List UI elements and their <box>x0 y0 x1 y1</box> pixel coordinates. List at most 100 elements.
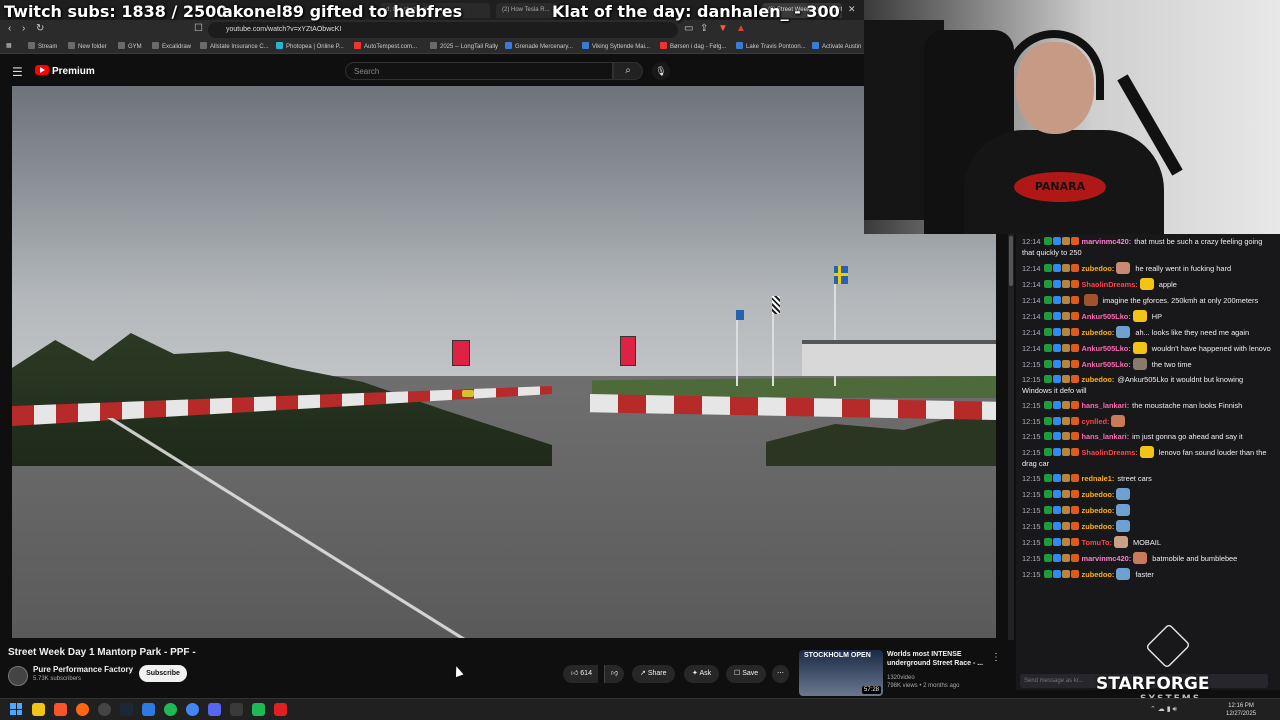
recommended-title[interactable]: Worlds most INTENSE underground Street R… <box>887 650 987 668</box>
chat-username[interactable]: zubedoo: <box>1082 522 1115 531</box>
brave-shield-icon[interactable]: ▼ <box>718 23 728 34</box>
like-button[interactable]: 👍︎ 614 <box>563 665 598 683</box>
bookmark-item[interactable]: Activate Austin <box>812 42 861 50</box>
chat-username[interactable]: zubedoo: <box>1082 264 1115 273</box>
chat-badge-icon <box>1061 432 1070 440</box>
bookmark-item[interactable]: Lake Travis Pontoon... <box>736 42 806 50</box>
share-page-icon[interactable]: ⇪ <box>700 23 708 34</box>
back-icon[interactable]: ‹ <box>8 23 11 34</box>
rewards-icon[interactable]: ▲ <box>736 23 746 34</box>
recommended-thumbnail[interactable]: STOCKHOLM OPEN 57:28 <box>799 650 883 696</box>
chat-timestamp: 12:14 <box>1022 280 1041 289</box>
more-actions-button[interactable]: ⋯ <box>772 665 789 683</box>
save-icon: ☐ <box>734 670 741 677</box>
sub-goal-text: Twitch subs: 1838 / 2500 <box>4 2 228 21</box>
discord-icon[interactable] <box>208 703 221 716</box>
chat-username[interactable]: TomuTo: <box>1082 538 1113 547</box>
chat-badge-icon <box>1043 360 1052 368</box>
youtube-logo[interactable]: Premium <box>35 65 95 77</box>
reload-icon[interactable]: ↻ <box>36 23 44 34</box>
chat-badge-icon <box>1061 522 1070 530</box>
chat-badges <box>1043 505 1080 516</box>
apps-icon[interactable]: ▦ <box>6 42 12 49</box>
obs-icon[interactable] <box>98 703 111 716</box>
channel-name[interactable]: Pure Performance Factory <box>33 665 133 674</box>
search-input[interactable]: Search <box>345 62 613 80</box>
chat-message: 12:14 imagine the gforces. 250kmh at only… <box>1016 292 1280 308</box>
app-icon[interactable] <box>274 703 287 716</box>
stream-overlay: Twitch subs: 1838 / 2500 akonel89 gifted… <box>0 0 864 24</box>
chat-username[interactable]: zubedoo: <box>1082 328 1115 337</box>
chat-badges <box>1043 374 1080 385</box>
chat-username[interactable]: rednale1: <box>1082 474 1115 483</box>
chat-badge-icon <box>1052 554 1061 562</box>
chat-username[interactable]: Ankur505Lko: <box>1082 344 1131 353</box>
bookmark-item[interactable]: New folder <box>68 42 107 50</box>
brave-browser-icon[interactable] <box>54 703 67 716</box>
file-explorer-icon[interactable] <box>32 703 45 716</box>
chat-username[interactable]: zubedoo: <box>1082 375 1115 384</box>
bookmark-item[interactable]: Excalidraw <box>152 42 191 50</box>
spotify-icon[interactable] <box>164 703 177 716</box>
microphone-icon[interactable]: 🎙 <box>652 62 670 80</box>
bookmark-item[interactable]: GYM <box>118 42 142 50</box>
steam-icon[interactable] <box>120 703 133 716</box>
app-icon[interactable] <box>230 703 243 716</box>
chat-username[interactable]: cynlled: <box>1082 417 1110 426</box>
bookmark-icon[interactable]: ☐ <box>194 23 203 34</box>
bookmark-item[interactable]: Stream <box>28 42 57 50</box>
chat-username[interactable]: hans_lankari: <box>1082 401 1130 410</box>
menu-icon[interactable]: ☰ <box>12 65 23 79</box>
bookmark-item[interactable]: Børsen i dag - Følg... <box>660 42 726 50</box>
chat-emote-icon <box>1132 342 1147 354</box>
chat-text: im just gonna go ahead and say it <box>1132 432 1243 441</box>
chat-username[interactable]: ShaolinDreams: <box>1082 448 1138 457</box>
recommended-channel[interactable]: 1320video <box>887 675 915 681</box>
cast-icon[interactable]: ▭ <box>684 23 693 34</box>
bookmark-item[interactable]: AutoTempest.com... <box>354 42 417 50</box>
windows-start-icon[interactable] <box>10 703 22 715</box>
dislike-button[interactable]: 👎︎ <box>604 665 625 683</box>
app-icon[interactable] <box>142 703 155 716</box>
channel-avatar[interactable] <box>8 666 28 686</box>
chat-badge-icon <box>1061 554 1070 562</box>
ask-button[interactable]: ✦ Ask <box>684 665 720 683</box>
chat-scrollbar-thumb[interactable] <box>1009 236 1013 286</box>
thumbs-up-icon: 👍︎ <box>571 670 579 677</box>
bookmark-item[interactable]: Grenade Mercenary... <box>505 42 573 50</box>
chat-username[interactable]: ShaolinDreams: <box>1082 280 1138 289</box>
twitch-chat[interactable]: 12:14 marvinmc420: that must be such a cra… <box>1016 234 1280 672</box>
chat-username[interactable]: marvinmc420: <box>1082 237 1132 246</box>
firefox-icon[interactable] <box>76 703 89 716</box>
chat-badge-icon <box>1043 264 1052 272</box>
url-bar[interactable]: youtube.com/watch?v=xYZtAObwcKI <box>208 22 678 38</box>
more-vert-icon[interactable]: ⋮ <box>991 652 1001 663</box>
app-icon[interactable] <box>252 703 265 716</box>
chat-username[interactable]: Ankur505Lko: <box>1082 360 1131 369</box>
chat-username[interactable]: Ankur505Lko: <box>1082 312 1131 321</box>
video-player[interactable] <box>12 86 996 638</box>
chat-timestamp: 12:15 <box>1022 538 1041 547</box>
forward-icon[interactable]: › <box>22 23 25 34</box>
bookmark-item[interactable]: Viking Syttende Mai... <box>582 42 650 50</box>
chat-badge-icon <box>1061 538 1070 546</box>
chat-scrollbar[interactable] <box>1008 234 1014 672</box>
chat-username[interactable]: marvinmc420: <box>1082 554 1132 563</box>
chat-message: 12:15 zubedoo: @Ankur505Lko it wouldnt but… <box>1016 372 1280 398</box>
taskbar-clock[interactable]: 12:16 PM 12/27/2025 <box>1226 702 1256 718</box>
share-button[interactable]: ↗ Share <box>632 665 675 683</box>
bookmark-item[interactable]: Photopea | Online P... <box>276 42 344 50</box>
chat-message: 12:15 rednale1: street cars <box>1016 471 1280 486</box>
chat-username[interactable]: zubedoo: <box>1082 490 1115 499</box>
chat-username[interactable]: zubedoo: <box>1082 506 1115 515</box>
chat-username[interactable]: hans_lankari: <box>1082 432 1130 441</box>
chrome-icon[interactable] <box>186 703 199 716</box>
system-tray[interactable]: ⌃ ☁ ▮ 🔊︎ <box>1150 705 1177 714</box>
chat-username[interactable]: zubedoo: <box>1082 570 1115 579</box>
subscribe-button[interactable]: Subscribe <box>139 665 187 682</box>
chat-badge-icon <box>1043 448 1052 456</box>
search-icon[interactable]: ⌕ <box>613 62 643 80</box>
bookmark-item[interactable]: 2025 -- LongTail Rally <box>430 42 498 50</box>
save-button[interactable]: ☐ Save <box>726 665 767 683</box>
bookmark-item[interactable]: Allstate Insurance C... <box>200 42 269 50</box>
